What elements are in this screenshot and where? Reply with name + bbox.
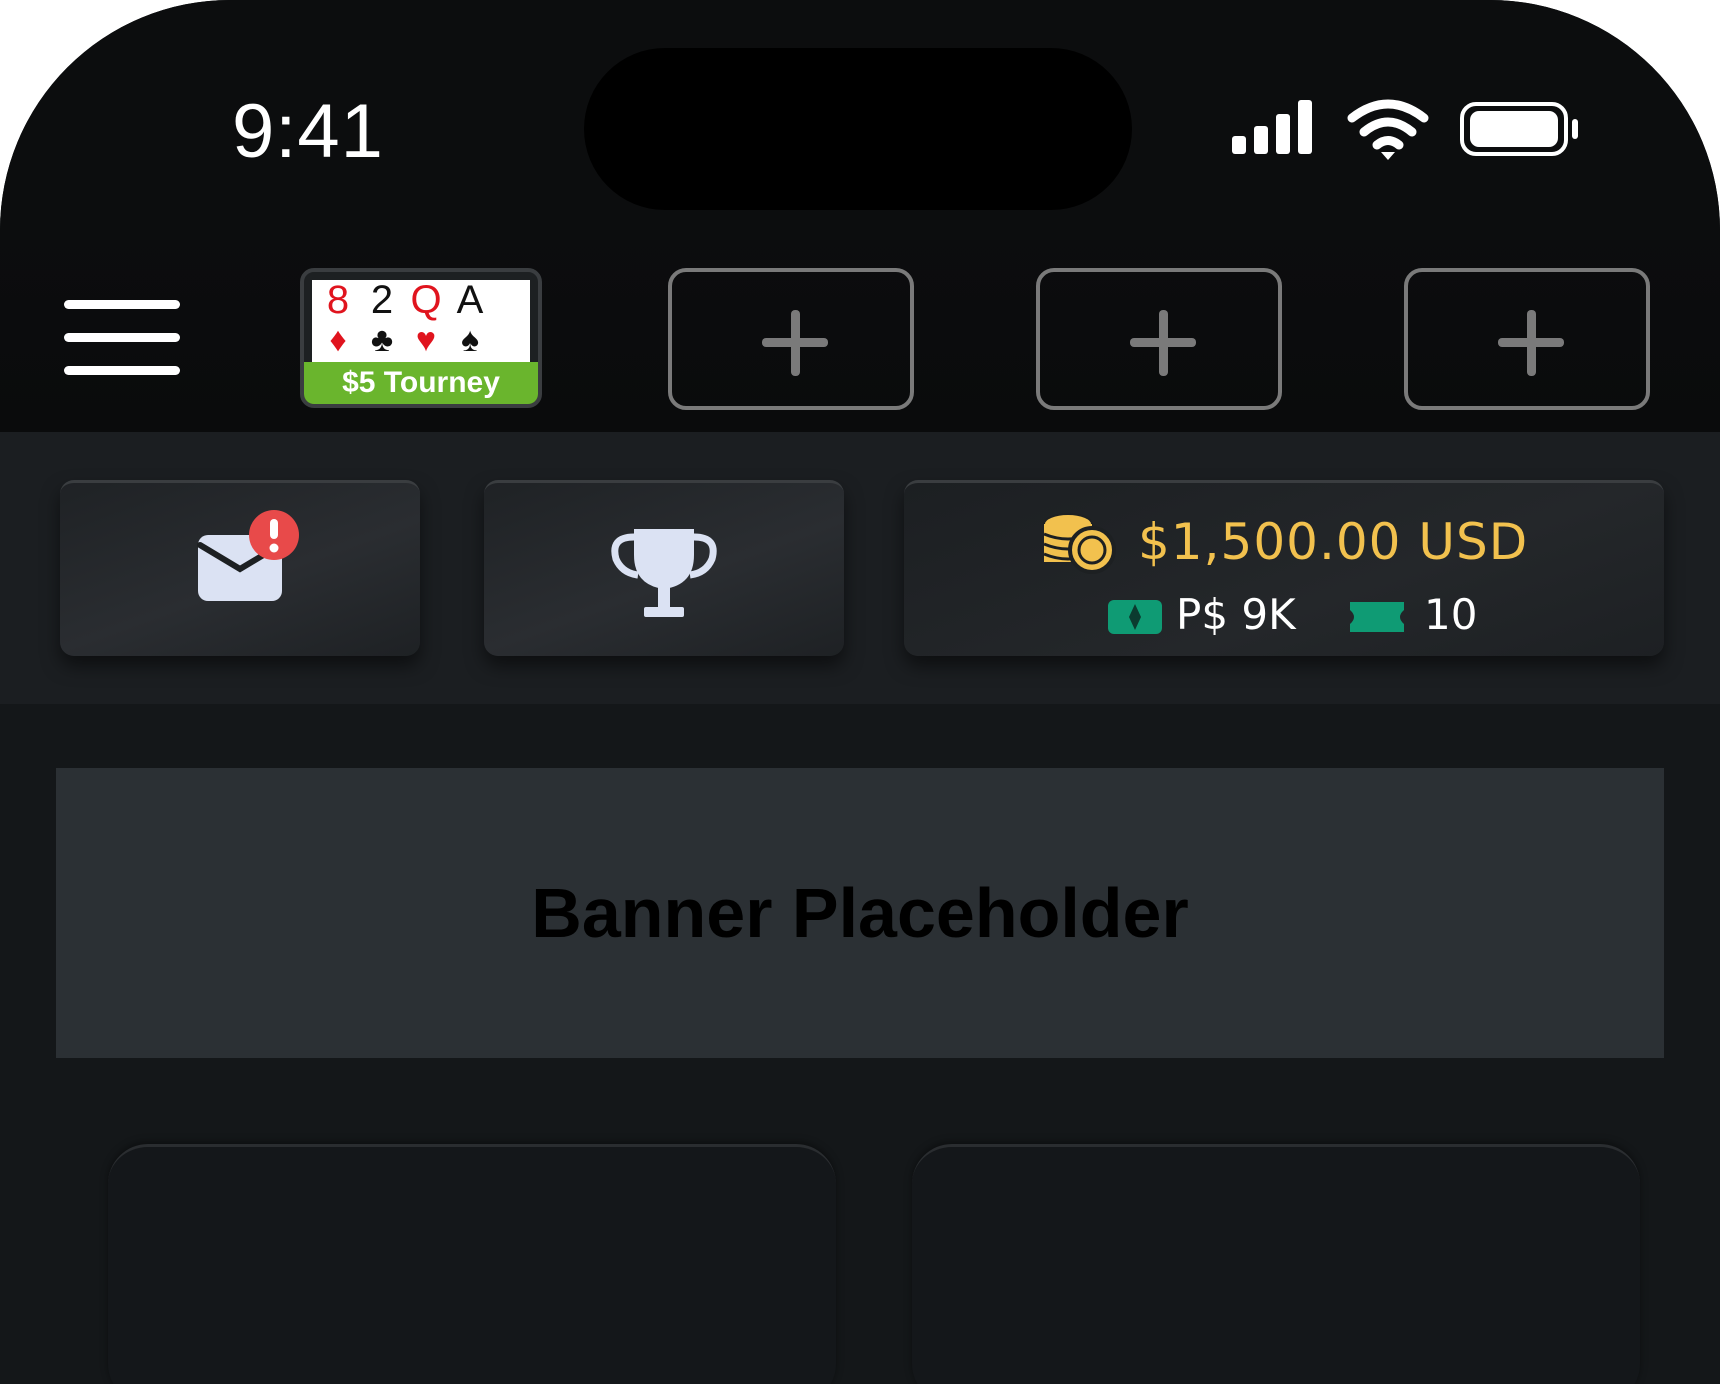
promo-banner[interactable]: Banner Placeholder <box>56 768 1664 1058</box>
diamond-suit-icon: ♦ <box>329 321 347 359</box>
hamburger-menu-icon[interactable] <box>64 298 180 378</box>
plus-icon <box>1130 310 1196 376</box>
battery-icon <box>1460 102 1578 156</box>
coins-icon <box>1043 513 1116 574</box>
play-money-balance: P$ 9K <box>1176 590 1296 639</box>
club-suit-icon: ♣ <box>370 321 394 359</box>
phone-screen: 9:41 8 ♦ 2 ♣ Q ♥ A ♠ $5 Tourney $1,500.0… <box>0 0 1720 1384</box>
status-time: 9:41 <box>232 89 384 174</box>
card-rank: 2 <box>370 278 394 322</box>
wallet-balance: $1,500.00 USD <box>1138 513 1529 571</box>
playing-card: Q ♥ <box>404 278 448 366</box>
banner-text: Banner Placeholder <box>531 874 1189 952</box>
status-bar: 9:41 <box>0 0 1720 220</box>
dynamic-island <box>584 48 1132 210</box>
card-rank: Q <box>410 278 442 322</box>
plus-icon <box>1498 310 1564 376</box>
mail-icon <box>197 510 299 601</box>
status-icons <box>1230 96 1590 166</box>
lobby-tile[interactable] <box>912 1144 1640 1384</box>
tab-label: $5 Tourney <box>304 362 538 404</box>
play-money-icon <box>1108 600 1162 634</box>
heart-suit-icon: ♥ <box>415 321 437 359</box>
card-rank: 8 <box>326 278 350 322</box>
alert-badge-icon <box>249 510 299 560</box>
plus-icon <box>762 310 828 376</box>
active-table-tab[interactable]: 8 ♦ 2 ♣ Q ♥ A ♠ $5 Tourney <box>300 268 542 408</box>
hole-cards: 8 ♦ 2 ♣ Q ♥ A ♠ <box>312 278 530 366</box>
playing-card: A ♠ <box>448 278 492 366</box>
playing-card: 8 ♦ <box>316 278 360 366</box>
card-rank: A <box>456 278 484 322</box>
add-table-button[interactable] <box>668 268 914 410</box>
wifi-icon <box>1347 99 1429 160</box>
cellular-signal-icon <box>1232 100 1312 154</box>
add-table-button[interactable] <box>1036 268 1282 410</box>
ticket-icon <box>1350 602 1404 632</box>
mail-button[interactable] <box>60 480 420 656</box>
ticket-count: 10 <box>1424 590 1478 639</box>
spade-suit-icon: ♠ <box>460 321 480 359</box>
playing-card: 2 ♣ <box>360 278 404 366</box>
trophy-button[interactable] <box>484 480 844 656</box>
lobby-tile[interactable] <box>108 1144 836 1384</box>
trophy-icon <box>611 529 717 617</box>
add-table-button[interactable] <box>1404 268 1650 410</box>
